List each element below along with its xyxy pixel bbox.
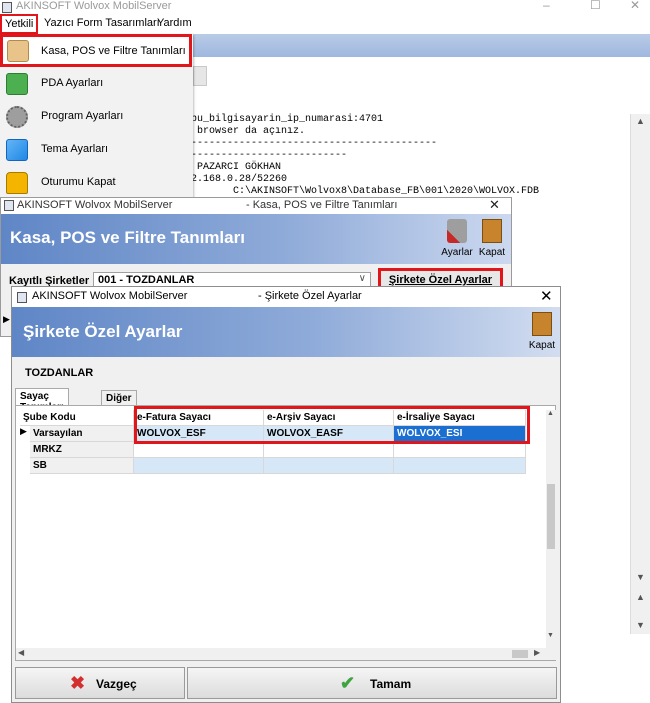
log-line: --------------------------- xyxy=(185,150,348,161)
minimize-icon[interactable]: – xyxy=(543,0,550,12)
kasa-titlebar: AKINSOFT Wolvox MobilServer - Kasa, POS … xyxy=(1,197,511,214)
scroll-down-icon[interactable]: ▼ xyxy=(636,620,645,630)
row-pointer-icon: ▶ xyxy=(20,426,27,436)
kapat-label: Kapat xyxy=(478,247,506,258)
row-header[interactable]: Varsayılan xyxy=(30,426,134,442)
padlock-icon xyxy=(6,172,28,194)
row-header[interactable]: MRKZ xyxy=(30,442,134,458)
palette-icon xyxy=(6,139,28,161)
menu-item-tema[interactable]: Tema Ayarları xyxy=(0,133,193,166)
menu-item-label: Oturumu Kapat xyxy=(41,176,116,188)
main-window-title: AKINSOFT Wolvox MobilServer xyxy=(16,0,172,12)
kasa-window-title: - Kasa, POS ve Filtre Tanımları xyxy=(246,199,398,211)
scroll-up-icon[interactable]: ▲ xyxy=(636,116,645,126)
kapat-label: Kapat xyxy=(528,340,556,351)
company-name: TOZDANLAR xyxy=(25,367,94,379)
log-line: : PAZARCI GÖKHAN xyxy=(185,162,282,173)
company-value: 001 - TOZDANLAR xyxy=(98,274,195,286)
dialog-heading: Şirkete Özel Ayarlar xyxy=(23,322,183,341)
red-x-icon: ✖ xyxy=(70,673,86,693)
app-icon xyxy=(17,292,27,303)
gears-icon xyxy=(6,106,28,128)
table-cell[interactable] xyxy=(134,458,264,474)
cancel-label: Vazgeç xyxy=(96,677,137,691)
table-cell[interactable] xyxy=(264,442,394,458)
highlight-frame xyxy=(134,406,530,444)
app-icon xyxy=(2,2,12,13)
main-input[interactable] xyxy=(193,66,207,86)
close-icon[interactable]: ✕ xyxy=(630,0,640,12)
tab-diger[interactable]: Diğer xyxy=(101,390,137,405)
table-cell[interactable] xyxy=(394,458,526,474)
kapat-button[interactable]: Kapat xyxy=(526,310,558,354)
dialog-window-title: - Şirkete Özel Ayarlar xyxy=(258,290,362,302)
dialog-app-title: AKINSOFT Wolvox MobilServer xyxy=(32,290,188,302)
scroll-right-icon[interactable]: ▶ xyxy=(534,648,540,657)
table-cell[interactable] xyxy=(264,458,394,474)
menu-item-kasa-pos[interactable]: Kasa, POS ve Filtre Tanımları xyxy=(0,34,192,67)
green-check-icon: ✔ xyxy=(340,673,356,693)
grid-horizontal-scrollbar[interactable]: ◀ ▶ xyxy=(16,648,546,660)
server-log: /bu_bilgisayarin_ip_numarasi:4701 p brow… xyxy=(185,114,630,204)
log-scrollbar[interactable]: ▲ ▼ ▲ ▼ xyxy=(630,114,650,634)
scroll-down-icon[interactable]: ▼ xyxy=(636,572,645,582)
scroll-thumb[interactable] xyxy=(547,484,555,549)
log-line: /bu_bilgisayarin_ip_numarasi:4701 xyxy=(185,114,384,125)
menu-item-label: Kasa, POS ve Filtre Tanımları xyxy=(41,45,186,57)
dialog-header: Şirkete Özel Ayarlar Kapat xyxy=(12,307,560,357)
menu-item-program[interactable]: Program Ayarları xyxy=(0,100,193,133)
main-toolbar xyxy=(193,34,650,57)
exit-door-icon xyxy=(532,312,552,336)
maximize-icon[interactable]: ☐ xyxy=(590,0,601,12)
menu-item-label: Program Ayarları xyxy=(41,110,124,122)
menu-item-oturum[interactable]: Oturumu Kapat xyxy=(0,166,193,199)
tools-icon xyxy=(447,219,467,243)
menu-yazici-form[interactable]: Yazıcı Form Tasarımları xyxy=(44,17,160,29)
scroll-up-icon[interactable]: ▲ xyxy=(547,410,554,417)
menu-item-label: PDA Ayarları xyxy=(41,77,104,89)
log-line: 92.168.0.28/52260 xyxy=(185,174,288,185)
kapat-button[interactable]: Kapat xyxy=(476,217,508,261)
counter-grid: Şube Kodu e-Fatura Sayacı e-Arşiv Sayacı… xyxy=(15,405,556,661)
scroll-down-icon[interactable]: ▼ xyxy=(547,632,554,639)
tab-sayac-tanimlari[interactable]: Sayaç Tanımları xyxy=(15,388,69,413)
cashier-icon xyxy=(7,40,29,62)
kasa-app-title: AKINSOFT Wolvox MobilServer xyxy=(17,199,173,211)
yetkili-dropdown: Kasa, POS ve Filtre Tanımları PDA Ayarla… xyxy=(0,34,193,198)
grid-vertical-scrollbar[interactable]: ▲ ▼ xyxy=(546,410,556,660)
table-cell[interactable] xyxy=(134,442,264,458)
dialog-titlebar: AKINSOFT Wolvox MobilServer - Şirkete Öz… xyxy=(12,287,560,307)
scroll-up-icon[interactable]: ▲ xyxy=(636,592,645,602)
app-icon xyxy=(4,200,14,211)
settings-label: Ayarlar xyxy=(441,247,473,258)
pda-icon xyxy=(6,73,28,95)
column-header[interactable]: Şube Kodu xyxy=(20,410,134,426)
close-icon[interactable]: ✕ xyxy=(540,287,553,305)
scroll-left-icon[interactable]: ◀ xyxy=(18,648,24,657)
table-cell[interactable] xyxy=(394,442,526,458)
log-line: p browser da açınız. xyxy=(185,126,306,137)
kasa-header: Kasa, POS ve Filtre Tanımları Ayarlar Ka… xyxy=(1,214,511,264)
menu-yetkili[interactable]: Yetkili xyxy=(0,14,38,34)
ok-button[interactable]: ✔ Tamam xyxy=(187,667,557,699)
menu-yardim[interactable]: Yardım xyxy=(157,17,192,29)
chevron-down-icon: ∨ xyxy=(358,273,366,284)
main-titlebar: AKINSOFT Wolvox MobilServer – ☐ ✕ xyxy=(0,0,650,14)
close-icon[interactable]: ✕ xyxy=(489,197,500,213)
menu-item-label: Tema Ayarları xyxy=(41,143,109,155)
special-settings-dialog: AKINSOFT Wolvox MobilServer - Şirkete Öz… xyxy=(11,286,561,703)
menu-item-pda[interactable]: PDA Ayarları xyxy=(0,67,193,100)
log-line: ----------------------------------------… xyxy=(185,138,438,149)
menubar: Yazıcı Form Tasarımları Yardım xyxy=(0,14,650,34)
exit-door-icon xyxy=(482,219,502,243)
row-header[interactable]: SB xyxy=(30,458,134,474)
scroll-thumb[interactable] xyxy=(512,650,528,658)
cancel-button[interactable]: ✖ Vazgeç xyxy=(15,667,185,699)
kasa-heading: Kasa, POS ve Filtre Tanımları xyxy=(10,228,245,247)
settings-button[interactable]: Ayarlar xyxy=(441,217,473,261)
ok-label: Tamam xyxy=(370,677,412,691)
